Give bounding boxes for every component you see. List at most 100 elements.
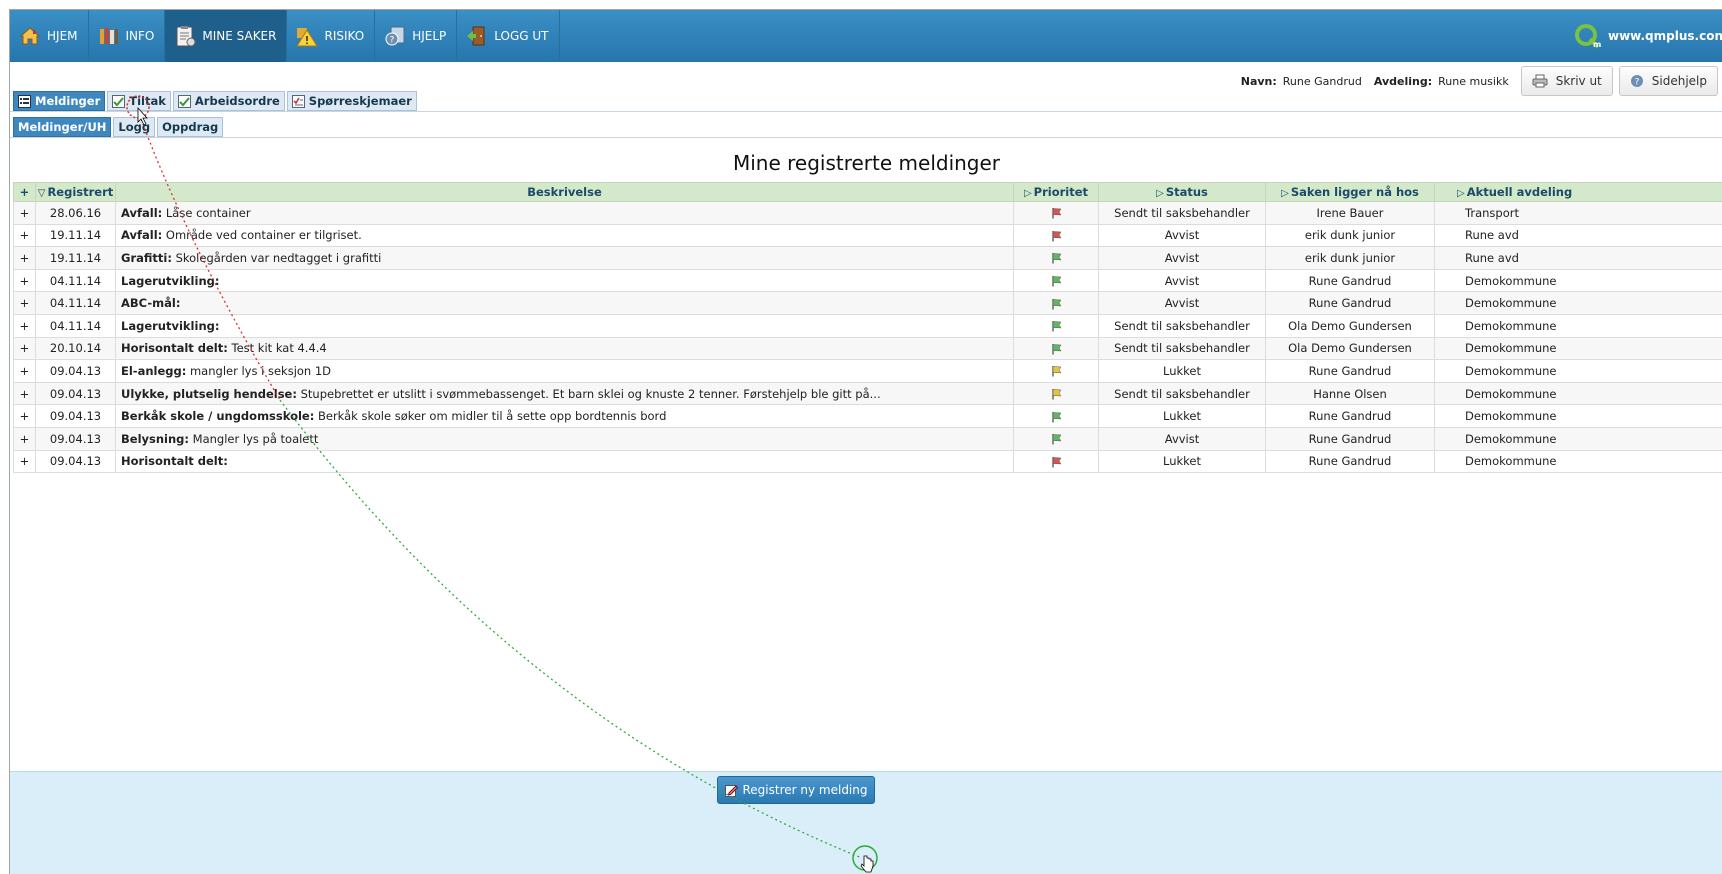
registered-date: 20.10.14 xyxy=(35,336,116,361)
expand-row-toggle[interactable]: + xyxy=(13,313,36,338)
column-header-priority[interactable]: ▷ Prioritet xyxy=(1013,182,1099,202)
table-row[interactable]: +09.04.13 Belysning: Mangler lys på toale… xyxy=(13,426,1722,451)
tab-meldinger[interactable]: Meldinger xyxy=(13,91,106,111)
tab-arbeidsordre[interactable]: Arbeidsordre xyxy=(172,91,285,111)
priority-flag-icon xyxy=(1052,321,1062,332)
description-cell[interactable]: Grafitti: Skolegården var nedtagget i gr… xyxy=(115,246,1014,270)
nav-item-info[interactable]: INFO xyxy=(89,10,166,62)
subtab-divider xyxy=(10,137,1722,138)
description-cell[interactable]: Belysning: Mangler lys på toalett xyxy=(115,426,1014,451)
description-cell[interactable]: Lagerutvikling: xyxy=(115,268,1014,293)
description-text: Berkåk skole søker om midler til å sette… xyxy=(317,409,667,424)
expand-row-toggle[interactable]: + xyxy=(13,426,36,451)
status-cell: Lukket xyxy=(1098,404,1266,428)
table-row[interactable]: +04.11.14 ABC-mål: Avvist Rune Gandrud Demo… xyxy=(13,291,1722,315)
table-row[interactable]: +28.06.16 Avfall: Låse container Sendt til… xyxy=(13,201,1722,225)
status-cell: Sendt til saksbehandler xyxy=(1098,381,1266,406)
table-row[interactable]: +09.04.13 El-anlegg: mangler lys i seksjo… xyxy=(13,359,1722,383)
table-row[interactable]: +20.10.14 Horisontalt delt: Test kit kat … xyxy=(13,336,1722,361)
description-text: Låse container xyxy=(165,205,251,220)
home-icon xyxy=(18,24,42,48)
table-row[interactable]: +09.04.13 Berkåk skole / ungdomsskole: Be… xyxy=(13,404,1722,428)
table-row[interactable]: +09.04.13 Horisontalt delt: Lukket Rune Ga… xyxy=(13,449,1722,474)
expand-row-toggle[interactable]: + xyxy=(13,336,36,361)
department-cell: Rune avd xyxy=(1434,246,1722,270)
sort-desc-icon: ▽ xyxy=(37,188,46,199)
department-cell: Demokommune xyxy=(1434,404,1722,428)
nav-item-risiko[interactable]: RISIKO xyxy=(287,10,376,62)
description-cell[interactable]: Horisontalt delt: Test kit kat 4.4.4 xyxy=(115,336,1014,361)
priority-flag-icon xyxy=(1052,298,1062,310)
table-row[interactable]: +04.11.14 Lagerutvikling: Sendt til saksb… xyxy=(13,313,1722,338)
expand-all-header[interactable]: + xyxy=(13,182,36,202)
category-label: ABC-mål: xyxy=(121,296,181,311)
qmplus-logo-icon: m xyxy=(1575,24,1601,49)
expand-row-toggle[interactable]: + xyxy=(13,201,36,225)
status-cell: Sendt til saksbehandler xyxy=(1098,201,1266,225)
column-header-status[interactable]: ▷ Status xyxy=(1098,182,1266,202)
description-cell[interactable]: Berkåk skole / ungdomsskole: Berkåk skol… xyxy=(115,404,1014,428)
category-label: Grafitti: xyxy=(121,250,172,265)
registered-date: 04.11.14 xyxy=(35,313,116,338)
subtab-label: Meldinger/UH xyxy=(18,120,107,134)
nav-item-logg-ut[interactable]: LOGG UT xyxy=(457,10,560,62)
printer-icon xyxy=(1532,74,1548,88)
subtab-oppdrag[interactable]: Oppdrag xyxy=(157,117,224,137)
department-cell: Demokommune xyxy=(1434,449,1722,474)
department-cell: Demokommune xyxy=(1434,313,1722,338)
register-new-message-button[interactable]: Registrer ny melding xyxy=(717,776,875,804)
site-link[interactable]: m www.qmplus.con xyxy=(1574,10,1722,62)
table-row[interactable]: +09.04.13 Ulykke, plutselig hendelse: Stu… xyxy=(13,381,1722,406)
nav-item-hjelp[interactable]: ? HJELP xyxy=(375,10,458,62)
column-header-description[interactable]: Beskrivelse xyxy=(115,182,1014,202)
subtab-meldinger-uh[interactable]: Meldinger/UH xyxy=(13,117,112,137)
tab-label: Arbeidsordre xyxy=(194,94,280,108)
description-cell[interactable]: El-anlegg: mangler lys i seksjon 1D xyxy=(115,359,1014,383)
holder-cell: Ola Demo Gundersen xyxy=(1265,336,1435,361)
expand-row-toggle[interactable]: + xyxy=(13,223,36,248)
department-cell: Transport xyxy=(1434,201,1722,225)
tab-tiltak[interactable]: Tiltak xyxy=(107,91,171,111)
nav-item-hjem[interactable]: HJEM xyxy=(10,10,89,62)
column-header-registered[interactable]: ▽ Registrert xyxy=(35,182,116,202)
expand-row-toggle[interactable]: + xyxy=(13,291,36,315)
priority-cell xyxy=(1013,268,1099,293)
page-title: Mine registrerte meldinger xyxy=(732,151,1001,175)
status-cell: Avvist xyxy=(1098,291,1266,315)
status-cell: Sendt til saksbehandler xyxy=(1098,313,1266,338)
description-cell[interactable]: Lagerutvikling: xyxy=(115,313,1014,338)
sort-icon: ▷ xyxy=(1156,188,1164,199)
expand-row-toggle[interactable]: + xyxy=(13,449,36,474)
print-label: Skriv ut xyxy=(1555,74,1602,88)
expand-row-toggle[interactable]: + xyxy=(13,359,36,383)
description-cell[interactable]: Ulykke, plutselig hendelse: Stupebrettet… xyxy=(115,381,1014,406)
app-window: HJEM INFO MINE SAKER RISIKO ? HJELP LOGG… xyxy=(9,9,1722,874)
column-header-holder[interactable]: ▷ Saken ligger nå hos xyxy=(1265,182,1435,202)
column-header-department[interactable]: ▷ Aktuell avdeling xyxy=(1434,182,1722,202)
expand-row-toggle[interactable]: + xyxy=(13,268,36,293)
category-label: Berkåk skole / ungdomsskole: xyxy=(121,409,315,424)
tab-sporreskjemaer[interactable]: Spørreskjemaer xyxy=(286,91,417,111)
nav-item-mine-saker[interactable]: MINE SAKER xyxy=(165,10,288,62)
books-icon xyxy=(97,24,121,48)
table-row[interactable]: +19.11.14 Avfall: Område ved container er… xyxy=(13,223,1722,248)
expand-row-toggle[interactable]: + xyxy=(13,381,36,406)
svg-text:?: ? xyxy=(1634,78,1639,88)
header-label: Prioritet xyxy=(1033,185,1089,199)
print-button[interactable]: Skriv ut xyxy=(1520,66,1613,96)
description-cell[interactable]: ABC-mål: xyxy=(115,291,1014,315)
expand-row-toggle[interactable]: + xyxy=(13,404,36,428)
help-icon: ? xyxy=(383,24,407,48)
description-cell[interactable]: Horisontalt delt: xyxy=(115,449,1014,474)
main-tabs: Meldinger Tiltak Arbeidsordre Spørreskje… xyxy=(13,91,417,111)
table-row[interactable]: +19.11.14 Grafitti: Skolegården var nedta… xyxy=(13,246,1722,270)
subtab-logg[interactable]: Logg xyxy=(113,117,156,137)
expand-row-toggle[interactable]: + xyxy=(13,246,36,270)
holder-cell: erik dunk junior xyxy=(1265,223,1435,248)
description-cell[interactable]: Avfall: Område ved container er tilgrise… xyxy=(115,223,1014,248)
subtab-label: Oppdrag xyxy=(162,120,219,134)
table-row[interactable]: +04.11.14 Lagerutvikling: Avvist Rune Gand… xyxy=(13,268,1722,293)
page-help-button[interactable]: ? Sidehjelp xyxy=(1618,66,1718,96)
questionnaire-icon xyxy=(291,94,305,108)
description-cell[interactable]: Avfall: Låse container xyxy=(115,201,1014,225)
